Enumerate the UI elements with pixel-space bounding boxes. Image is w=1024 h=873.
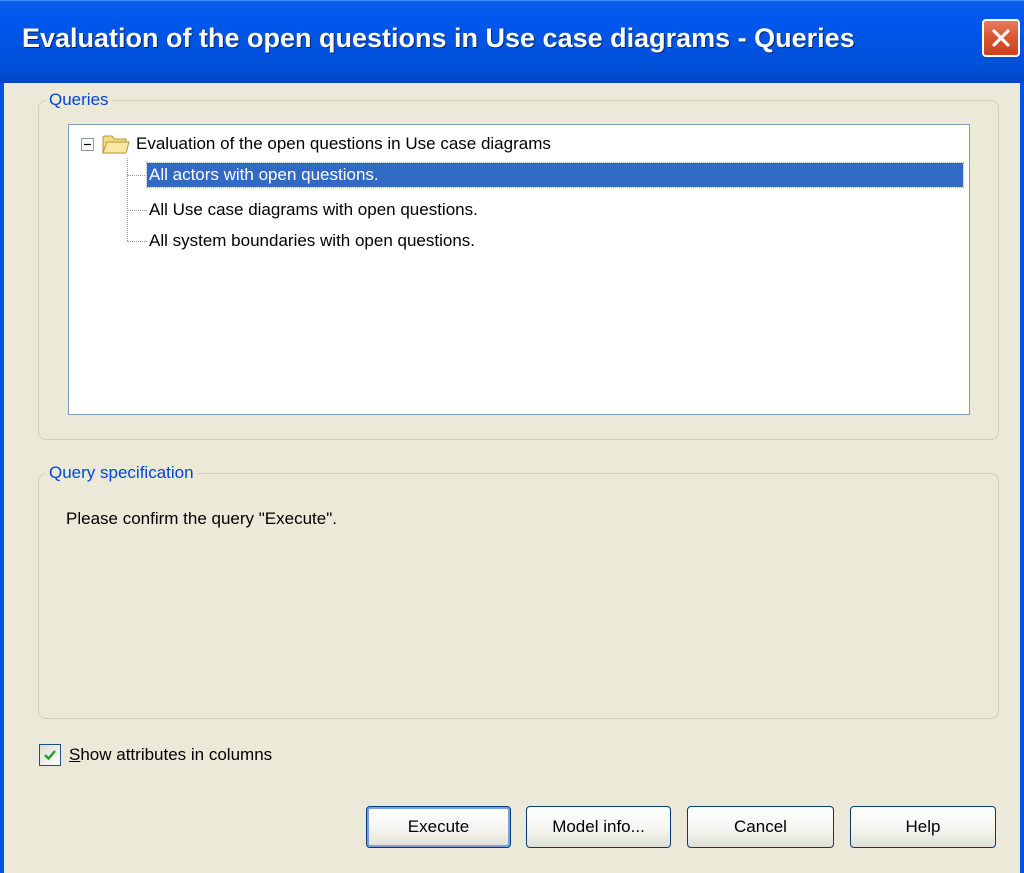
tree-item-label: All Use case diagrams with open question…	[149, 200, 478, 219]
cancel-label: Cancel	[734, 817, 787, 836]
show-attributes-checkbox[interactable]	[39, 744, 61, 766]
tree-root-label: Evaluation of the open questions in Use …	[136, 134, 551, 153]
cancel-button[interactable]: Cancel	[687, 806, 834, 848]
help-label: Help	[905, 817, 941, 836]
show-attributes-label: Show attributes in columns	[69, 745, 272, 765]
tree-item-system-boundaries[interactable]: All system boundaries with open question…	[127, 228, 477, 254]
show-attributes-option[interactable]: Show attributes in columns	[39, 744, 272, 766]
execute-button[interactable]: Execute	[366, 806, 511, 848]
folder-open-icon	[102, 135, 130, 154]
help-button[interactable]: Help	[850, 806, 996, 848]
queries-tree[interactable]: Evaluation of the open questions in Use …	[68, 124, 970, 415]
query-spec-text: Please confirm the query "Execute".	[66, 509, 337, 528]
collapse-icon[interactable]	[81, 137, 94, 151]
title-bar: Evaluation of the open questions in Use …	[0, 0, 1024, 83]
execute-label: Execute	[407, 817, 470, 836]
tree-item-label: All system boundaries with open question…	[149, 231, 476, 250]
window-frame-left	[0, 83, 4, 873]
tree-item-label: All actors with open questions.	[146, 162, 964, 188]
tree-item-actors[interactable]: All actors with open questions.	[127, 162, 964, 188]
queries-group-label: Queries	[46, 89, 112, 111]
accelerator-s: S	[69, 745, 81, 764]
window-title: Evaluation of the open questions in Use …	[22, 23, 855, 53]
model-info-label: Model info...	[552, 817, 645, 836]
query-spec-group-label: Query specification	[46, 462, 197, 484]
model-info-button[interactable]: Model info...	[526, 806, 671, 848]
close-icon	[992, 29, 1010, 47]
tree-item-use-case-diagrams[interactable]: All Use case diagrams with open question…	[127, 197, 480, 223]
close-button[interactable]	[982, 19, 1020, 57]
checkmark-icon	[44, 750, 56, 761]
show-attributes-label-rest: how attributes in columns	[80, 745, 273, 764]
window-frame-right	[1020, 83, 1024, 873]
tree-root-node[interactable]: Evaluation of the open questions in Use …	[75, 131, 551, 157]
